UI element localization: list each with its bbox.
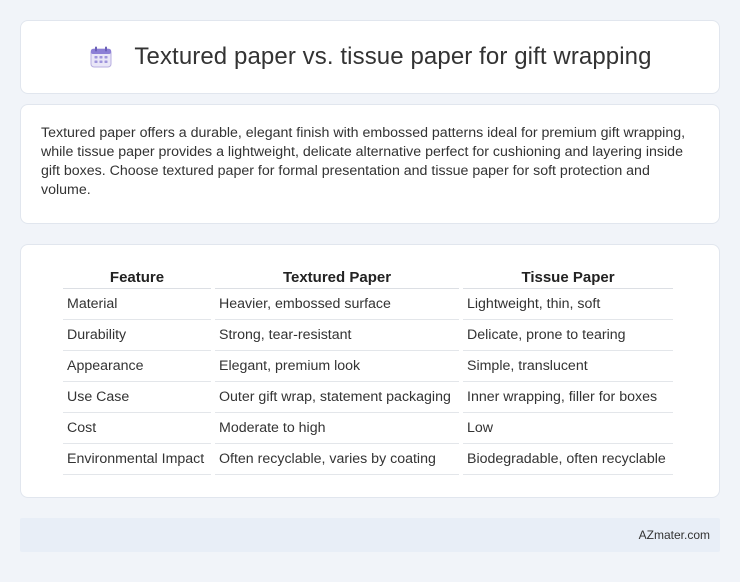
table-cell-tissue: Simple, translucent: [463, 351, 673, 382]
title-wrap: Textured paper vs. tissue paper for gift…: [88, 43, 651, 71]
calendar-icon: [88, 44, 114, 70]
table-header-row: Feature Textured Paper Tissue Paper: [63, 263, 673, 289]
summary-card: Textured paper offers a durable, elegant…: [20, 104, 720, 224]
summary-text: Textured paper offers a durable, elegant…: [41, 125, 686, 198]
column-header-textured-paper: Textured Paper: [215, 263, 459, 289]
table-cell-textured: Often recyclable, varies by coating: [215, 444, 459, 475]
table-cell-tissue: Biodegradable, often recyclable: [463, 444, 673, 475]
footer-bar: AZmater.com: [20, 518, 720, 552]
table-cell-textured: Moderate to high: [215, 413, 459, 444]
column-header-tissue-paper: Tissue Paper: [463, 263, 673, 289]
table-cell-feature: Material: [63, 289, 211, 320]
comparison-table: Feature Textured Paper Tissue Paper Mate…: [59, 263, 677, 475]
table-row: Use Case Outer gift wrap, statement pack…: [63, 382, 673, 413]
table-row: Cost Moderate to high Low: [63, 413, 673, 444]
table-row: Environmental Impact Often recyclable, v…: [63, 444, 673, 475]
table-row: Appearance Elegant, premium look Simple,…: [63, 351, 673, 382]
table-cell-feature: Environmental Impact: [63, 444, 211, 475]
table-cell-textured: Strong, tear-resistant: [215, 320, 459, 351]
table-cell-tissue: Delicate, prone to tearing: [463, 320, 673, 351]
table-card: Feature Textured Paper Tissue Paper Mate…: [20, 244, 720, 498]
table-cell-feature: Durability: [63, 320, 211, 351]
column-header-feature: Feature: [63, 263, 211, 289]
table-cell-tissue: Lightweight, thin, soft: [463, 289, 673, 320]
table-cell-tissue: Low: [463, 413, 673, 444]
table-row: Material Heavier, embossed surface Light…: [63, 289, 673, 320]
page-title: Textured paper vs. tissue paper for gift…: [134, 43, 652, 70]
footer-brand[interactable]: AZmater.com: [639, 528, 710, 542]
table-row: Durability Strong, tear-resistant Delica…: [63, 320, 673, 351]
table-cell-feature: Appearance: [63, 351, 211, 382]
table-cell-textured: Heavier, embossed surface: [215, 289, 459, 320]
header-card: Textured paper vs. tissue paper for gift…: [20, 20, 720, 94]
table-cell-feature: Cost: [63, 413, 211, 444]
table-cell-tissue: Inner wrapping, filler for boxes: [463, 382, 673, 413]
table-cell-feature: Use Case: [63, 382, 211, 413]
table-cell-textured: Outer gift wrap, statement packaging: [215, 382, 459, 413]
table-cell-textured: Elegant, premium look: [215, 351, 459, 382]
